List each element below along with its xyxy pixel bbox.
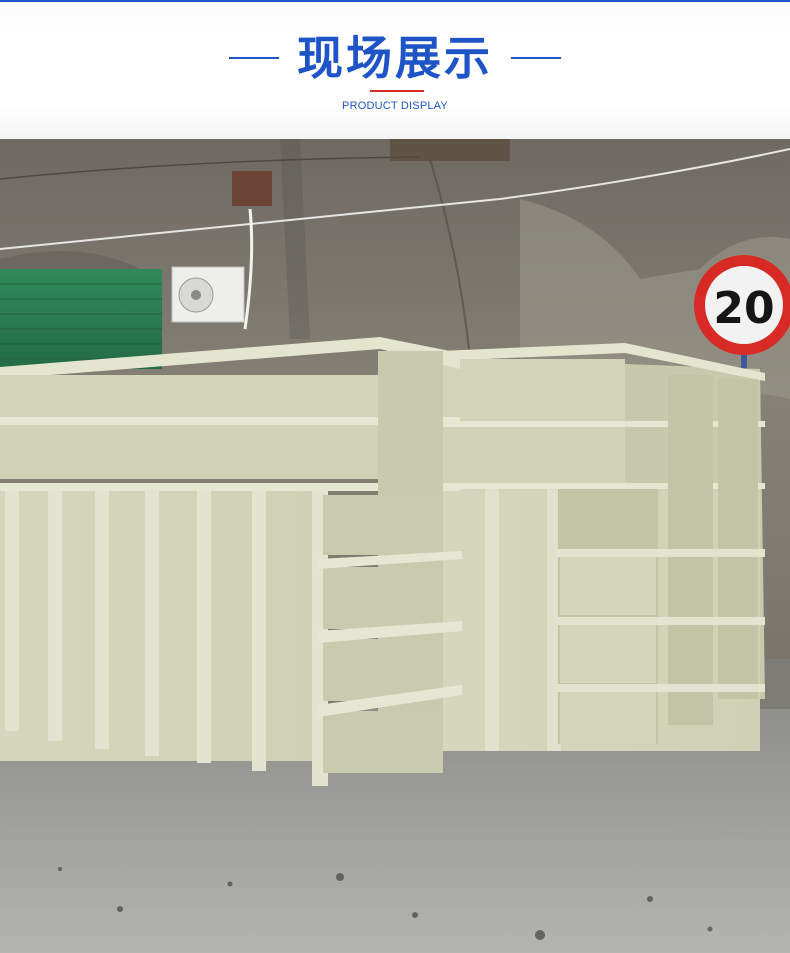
section-header: 现场展示 PRODUCT DISPLAY: [0, 2, 790, 139]
wall-window: [232, 171, 272, 206]
left-pp-tank: [0, 337, 462, 786]
title-right-line: [511, 57, 561, 59]
section-subtitle: PRODUCT DISPLAY: [342, 100, 448, 112]
right-pp-tank: [440, 343, 765, 751]
site-photo: 20: [0, 139, 790, 953]
title-left-line: [229, 57, 279, 59]
title-red-underline: [370, 90, 424, 92]
title-row: 现场展示: [0, 28, 790, 88]
section-title: 现场展示: [297, 31, 493, 85]
speed-limit-text: 20: [713, 283, 774, 334]
